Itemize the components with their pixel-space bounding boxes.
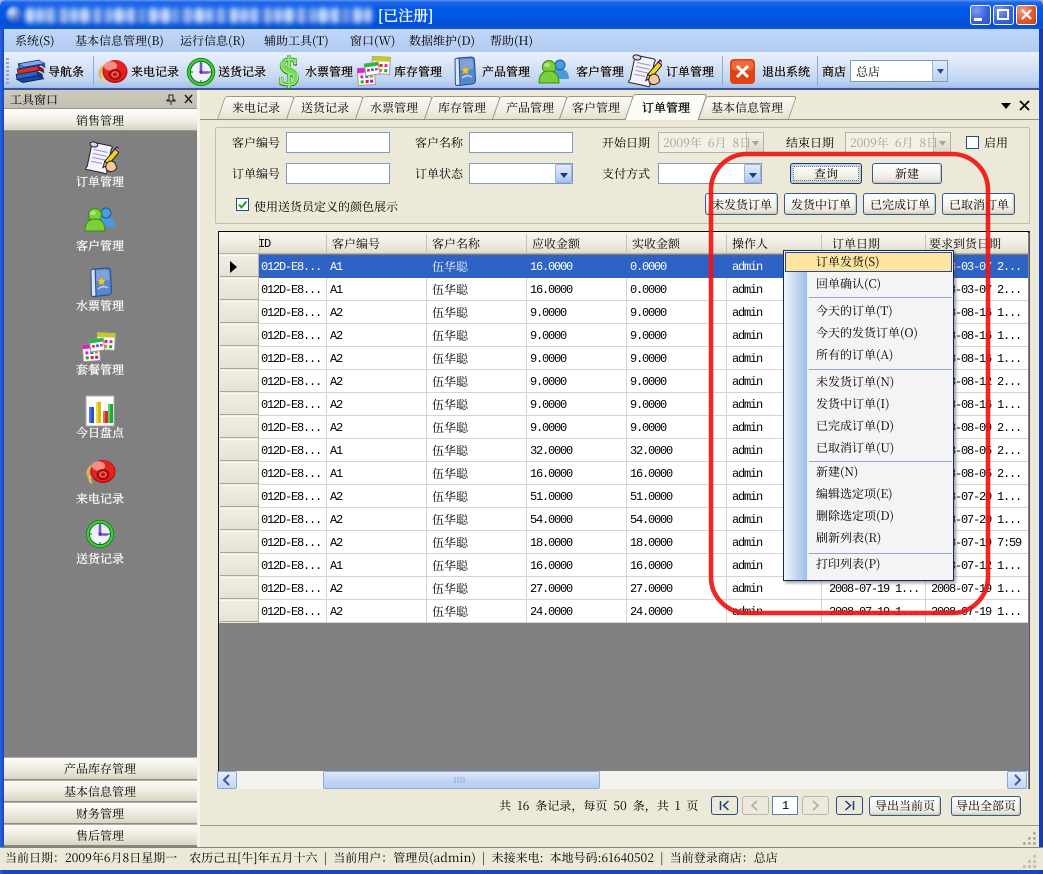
svg-text:$: $ <box>279 55 299 91</box>
